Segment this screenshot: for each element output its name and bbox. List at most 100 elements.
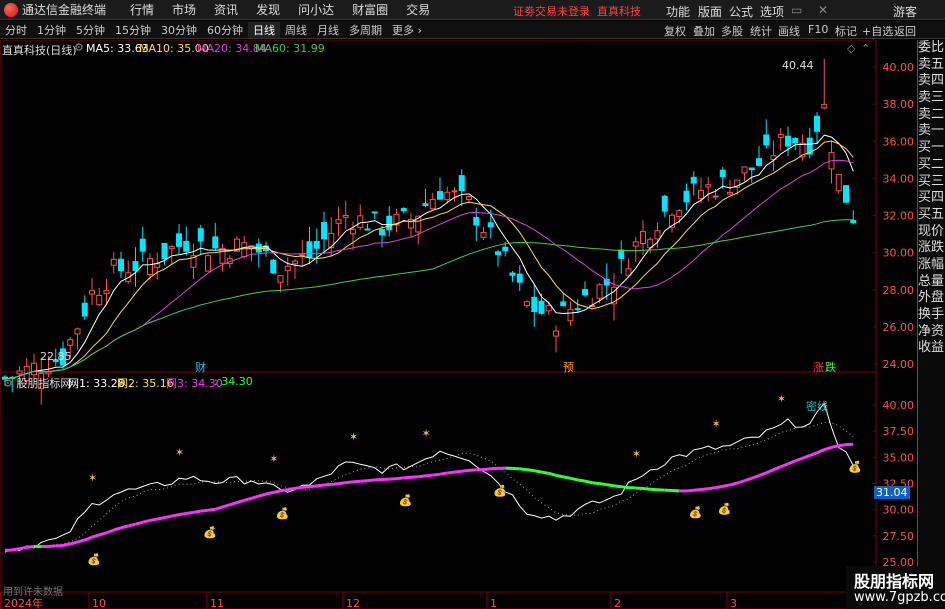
w3-segment (367, 478, 375, 483)
moneybag-icon[interactable]: 💰 (276, 507, 290, 520)
btn-draw-line[interactable]: 画线 (778, 23, 800, 39)
side-item[interactable]: 买一 (918, 140, 945, 157)
w3-segment (425, 473, 433, 478)
side-item[interactable]: 涨幅 (918, 257, 945, 274)
w3-segment (700, 487, 709, 491)
btn-multi-stock[interactable]: 多股 (721, 23, 743, 39)
login-status[interactable]: 证劵交易未登录 直真科技 (513, 3, 641, 19)
guest-button[interactable]: 游客 (893, 3, 917, 20)
tab-weekly[interactable]: 周线 (280, 22, 312, 38)
candle-body (103, 289, 110, 294)
menu-options[interactable]: 选项 (760, 3, 784, 20)
w3-segment (809, 451, 818, 457)
menu-markets[interactable]: 市场 (172, 1, 196, 18)
w3-segment (302, 485, 310, 489)
side-item[interactable]: 买四 (918, 190, 945, 207)
menu-formula[interactable]: 公式 (729, 3, 753, 20)
side-item[interactable]: 卖一 (918, 123, 945, 140)
moneybag-icon[interactable]: 💰 (848, 460, 862, 473)
signal-icon[interactable]: ✶ (422, 427, 431, 440)
side-item[interactable]: 外盘 (918, 290, 945, 307)
moneybag-icon[interactable]: 💰 (718, 502, 732, 515)
tab-daily[interactable]: 日线 (248, 21, 280, 38)
tab-more[interactable]: 更多 › (387, 22, 427, 38)
btn-mark[interactable]: 标记 (835, 23, 857, 39)
mark-forecast[interactable]: 预 (563, 359, 574, 375)
menu-trade[interactable]: 交易 (406, 1, 430, 18)
signal-icon[interactable]: ✶ (269, 453, 278, 466)
signal-icon[interactable]: ✶ (712, 417, 721, 430)
w3-segment (461, 468, 470, 473)
indicator-settings-icon[interactable]: ⚙ (3, 377, 13, 390)
menu-discover[interactable]: 发现 (256, 1, 280, 18)
diamond-icon[interactable]: ◇ (847, 42, 855, 55)
collapse-icon[interactable]: ⌃ (861, 42, 870, 55)
side-item[interactable]: 涨跌 (918, 240, 945, 257)
moneybag-icon[interactable]: 💰 (399, 494, 413, 507)
side-item[interactable]: 买二 (918, 157, 945, 174)
date-tick: 1 (490, 597, 497, 609)
w3-segment (178, 511, 187, 517)
mark-financial[interactable]: 财 (195, 359, 206, 375)
moneybag-icon[interactable]: 💰 (689, 506, 703, 519)
moneybag-icon[interactable]: 💰 (203, 526, 217, 539)
tab-60min[interactable]: 60分钟 (202, 22, 248, 38)
btn-overlay[interactable]: 叠加 (693, 23, 715, 39)
side-item[interactable]: 收益 (918, 340, 945, 357)
chart-area[interactable]: 40.00 38.00 36.00 34.00 32.00 30.00 28.00 26.00… (0, 40, 917, 609)
close-icon[interactable]: ✕ (818, 3, 828, 17)
settings-icon[interactable]: ⚙ (74, 41, 84, 54)
tab-1min[interactable]: 1分钟 (32, 22, 71, 38)
tab-30min[interactable]: 30分钟 (156, 22, 202, 38)
menu-wealth[interactable]: 财富圈 (352, 1, 388, 18)
w3-segment (98, 531, 107, 537)
side-item[interactable]: 换手 (918, 307, 945, 324)
candle-body (132, 261, 139, 271)
menu-layout[interactable]: 版面 (698, 3, 722, 20)
menu-ask[interactable]: 问小达 (298, 1, 334, 18)
tab-multi-period[interactable]: 多周期 (344, 22, 387, 38)
moneybag-icon[interactable]: 💰 (87, 553, 101, 566)
candle-body (31, 362, 37, 376)
signal-icon[interactable]: ✶ (632, 447, 641, 460)
side-item[interactable]: 净资 (918, 324, 945, 341)
minimize-icon[interactable]: ▭ (791, 3, 802, 17)
tab-5min[interactable]: 5分钟 (71, 22, 110, 38)
w3-segment (584, 479, 593, 485)
signal-icon[interactable]: ✶ (88, 471, 97, 484)
watermark: 股朋指标网 www.7gpzb.com (846, 566, 945, 609)
side-item[interactable]: 卖二 (918, 107, 945, 124)
btn-restore-rights[interactable]: 复权 (664, 23, 686, 39)
candle-body (241, 242, 248, 258)
price-tick: 34.00 (883, 172, 915, 185)
high-price-label: 40.44 (782, 59, 814, 72)
signal-icon[interactable]: ✶ (175, 446, 184, 459)
side-item[interactable]: 买五 (918, 207, 945, 224)
side-item[interactable]: 卖五 (918, 57, 945, 74)
mark-limit-down[interactable]: 跌 (825, 359, 836, 375)
side-item[interactable]: 总量 (918, 274, 945, 291)
btn-statistics[interactable]: 统计 (750, 23, 772, 39)
menu-market[interactable]: 行情 (130, 1, 154, 18)
candle-body (444, 191, 451, 201)
signal-icon[interactable]: ✶ (349, 430, 358, 443)
candle-body (335, 219, 342, 224)
menu-news[interactable]: 资讯 (214, 1, 238, 18)
menu-function[interactable]: 功能 (666, 3, 690, 20)
signal-icon[interactable]: ✶ (777, 392, 786, 405)
w3-segment (11, 547, 20, 552)
side-item[interactable]: 现价 (918, 224, 945, 241)
w3-segment (454, 469, 462, 474)
btn-add-favorite[interactable]: +自选 (862, 23, 893, 39)
mark-limit-up[interactable]: 涨 (813, 359, 824, 375)
btn-f10[interactable]: F10 (808, 23, 828, 36)
side-item[interactable]: 卖四 (918, 73, 945, 90)
moneybag-icon[interactable]: 💰 (493, 484, 507, 497)
tab-intraday[interactable]: 分时 (0, 22, 32, 38)
tab-15min[interactable]: 15分钟 (110, 22, 156, 38)
btn-back[interactable]: 返回 (894, 23, 916, 39)
tab-monthly[interactable]: 月线 (312, 22, 344, 38)
side-item[interactable]: 委比 (918, 40, 945, 57)
side-item[interactable]: 卖三 (918, 90, 945, 107)
side-item[interactable]: 买三 (918, 174, 945, 191)
